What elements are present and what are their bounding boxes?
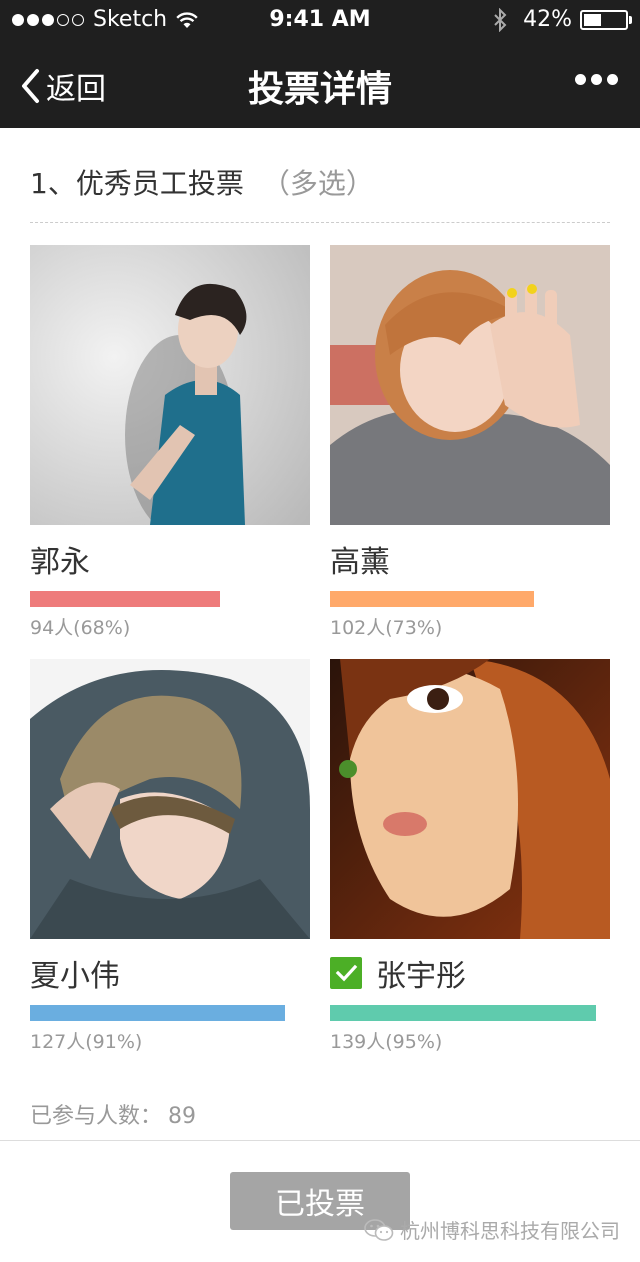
candidate-name-row: 张宇彤	[330, 953, 610, 994]
chevron-left-icon	[22, 69, 39, 103]
more-dot-icon	[607, 74, 618, 85]
vote-count: 127人(91%)	[30, 1031, 143, 1053]
candidate-card[interactable]: 高薰 102人(73%)	[330, 245, 610, 640]
candidate-name: 张宇彤	[376, 959, 466, 994]
more-dot-icon	[591, 74, 602, 85]
back-label: 返回	[46, 72, 106, 107]
bluetooth-icon	[494, 7, 507, 32]
candidate-name-row: 高薰	[330, 539, 610, 580]
candidate-photo[interactable]	[30, 245, 310, 525]
participant-label: 已参与人数：	[30, 1104, 163, 1129]
candidate-card[interactable]: 郭永 94人(68%)	[30, 245, 310, 640]
question-title: 1、优秀员工投票 （多选）	[30, 162, 374, 202]
vote-progress-bar	[30, 591, 310, 607]
footer-divider	[0, 1140, 640, 1141]
vote-progress-fill	[30, 591, 221, 607]
vote-count: 139人(95%)	[330, 1031, 443, 1053]
vote-count: 102人(73%)	[330, 617, 443, 639]
status-bar: Sketch 9:41 AM 42%	[0, 0, 640, 40]
candidate-photo[interactable]	[330, 659, 610, 939]
vote-progress-fill	[330, 591, 535, 607]
battery-percent: 42%	[523, 7, 572, 32]
vote-progress-bar	[330, 1005, 610, 1021]
wechat-icon	[364, 1218, 394, 1241]
status-right: 42%	[493, 7, 632, 32]
candidate-name: 郭永	[30, 545, 90, 580]
vote-progress-fill	[30, 1005, 285, 1021]
more-menu-button[interactable]	[570, 74, 618, 85]
watermark-text: 杭州博科思科技有限公司	[400, 1219, 620, 1243]
nav-bar: 返回 投票详情	[0, 40, 640, 128]
candidate-card[interactable]: 夏小伟 127人(91%)	[30, 659, 310, 1054]
candidate-name-row: 夏小伟	[30, 953, 310, 994]
participant-number: 89	[168, 1104, 197, 1129]
question-mode: （多选）	[261, 167, 374, 200]
candidate-name-row: 郭永	[30, 539, 310, 580]
vote-count: 94人(68%)	[30, 617, 131, 639]
candidate-name: 高薰	[330, 545, 390, 580]
candidate-name: 夏小伟	[30, 959, 120, 994]
vote-progress-fill	[330, 1005, 596, 1021]
header-bar: Sketch 9:41 AM 42% 返回 投票详情	[0, 0, 640, 128]
participant-count: 已参与人数： 89	[30, 1098, 196, 1130]
watermark: 杭州博科思科技有限公司	[364, 1215, 620, 1244]
battery-icon	[580, 9, 632, 30]
back-button[interactable]: 返回	[20, 64, 106, 108]
question-text: 1、优秀员工投票	[30, 167, 244, 200]
candidate-photo[interactable]	[30, 659, 310, 939]
dashed-divider	[30, 222, 610, 223]
vote-progress-bar	[330, 591, 610, 607]
more-dot-icon	[575, 74, 586, 85]
candidate-card[interactable]: 张宇彤 139人(95%)	[330, 659, 610, 1054]
battery-level	[584, 13, 601, 26]
checkmark-icon[interactable]	[330, 957, 362, 989]
vote-progress-bar	[30, 1005, 310, 1021]
candidate-photo[interactable]	[330, 245, 610, 525]
